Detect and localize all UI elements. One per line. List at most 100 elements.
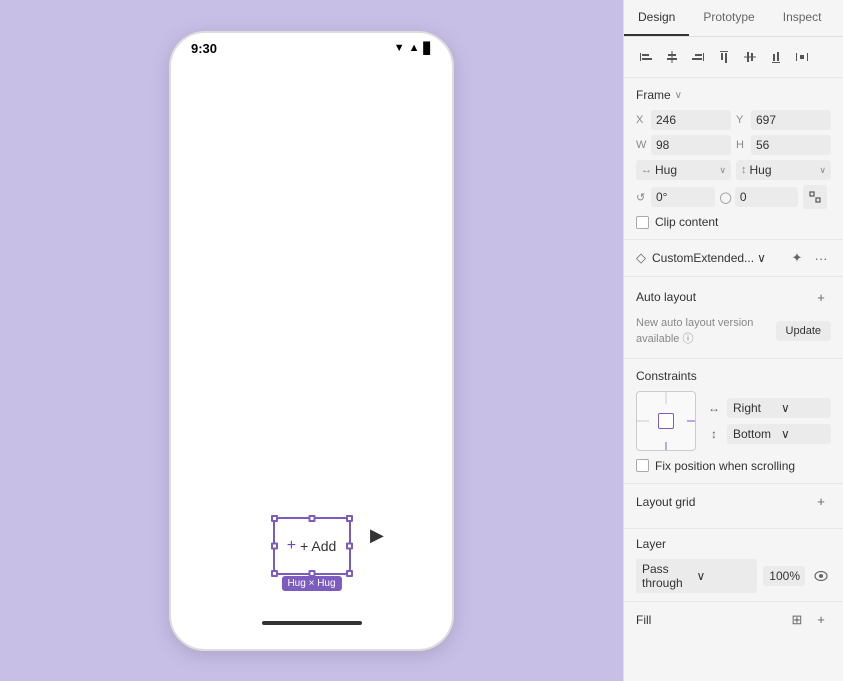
tab-prototype[interactable]: Prototype xyxy=(689,0,768,36)
auto-layout-note: New auto layout version available xyxy=(636,317,753,345)
component-content: + + Add xyxy=(287,537,337,555)
radius-label: ◯ xyxy=(720,191,732,204)
selected-component[interactable]: + + Add Hug × Hug xyxy=(273,517,351,575)
align-center-h-btn[interactable] xyxy=(660,45,684,69)
handle-tl[interactable] xyxy=(271,515,278,522)
hug-x-dropdown[interactable]: ↔ Hug ∨ xyxy=(636,160,731,180)
expand-btn[interactable] xyxy=(803,185,827,209)
hug-y-dropdown[interactable]: ↕ Hug ∨ xyxy=(736,160,831,180)
component-row: ◇ CustomExtended... ∨ ✦ ··· xyxy=(624,240,843,277)
fill-section: Fill ⊞ + xyxy=(624,602,843,638)
handle-br[interactable] xyxy=(346,570,353,577)
visibility-btn[interactable] xyxy=(811,566,831,586)
align-left-btn[interactable] xyxy=(634,45,658,69)
constraints-header: Constraints xyxy=(636,369,831,383)
layer-header: Layer xyxy=(636,537,831,551)
handle-bl[interactable] xyxy=(271,570,278,577)
align-right-btn[interactable] xyxy=(686,45,710,69)
auto-layout-section: Auto layout + New auto layout version av… xyxy=(624,277,843,359)
fill-grid-btn[interactable]: ⊞ xyxy=(787,610,807,630)
tab-inspect[interactable]: Inspect xyxy=(769,0,836,36)
right-panel: Design Prototype Inspect Frame xyxy=(623,0,843,681)
frame-chevron: ∨ xyxy=(675,90,682,101)
h-label: H xyxy=(736,139,748,151)
constraint-selects: ↔ Right ∨ ↕ Bottom ∨ xyxy=(706,398,831,444)
constraint-line-right xyxy=(687,420,695,421)
status-bar: 9:30 ▼ ▲ ▊ xyxy=(171,33,452,64)
rotation-radius-row: ↺ ◯ xyxy=(636,185,831,209)
distribute-btn[interactable] xyxy=(790,45,814,69)
x-label: X xyxy=(636,114,648,126)
x-input[interactable] xyxy=(651,110,731,130)
handle-rm[interactable] xyxy=(346,542,353,549)
auto-layout-header: Auto layout + xyxy=(636,287,831,307)
constraint-line-left xyxy=(637,420,649,421)
constraint-visual xyxy=(636,391,696,451)
h-input[interactable] xyxy=(751,135,831,155)
frame-section: Frame ∨ X Y W H xyxy=(624,78,843,240)
component-actions: ✦ ··· xyxy=(787,248,831,268)
layer-mode-arrow: ∨ xyxy=(697,569,752,583)
hug-fields: ↔ Hug ∨ ↕ Hug ∨ xyxy=(636,160,831,180)
rotation-field: ↺ xyxy=(636,187,715,207)
component-name: CustomExtended... ∨ xyxy=(652,251,781,265)
x-field: X xyxy=(636,110,731,130)
panel-tabs: Design Prototype Inspect xyxy=(624,0,843,37)
fix-position-label: Fix position when scrolling xyxy=(655,459,795,473)
align-bottom-btn[interactable] xyxy=(764,45,788,69)
component-box: + + Add Hug × Hug xyxy=(273,517,351,575)
clip-content-checkbox[interactable] xyxy=(636,216,649,229)
v-constraint-row: ↕ Bottom ∨ xyxy=(706,424,831,444)
constraint-center xyxy=(658,413,674,429)
v-constraint-arrow: ∨ xyxy=(781,427,825,441)
y-input[interactable] xyxy=(751,110,831,130)
phone-content: + + Add Hug × Hug xyxy=(171,64,452,635)
w-input[interactable] xyxy=(651,135,731,155)
rotation-input[interactable] xyxy=(651,187,715,207)
radius-field: ◯ xyxy=(720,187,799,207)
canvas: 9:30 ▼ ▲ ▊ + xyxy=(0,0,623,681)
layout-grid-add-btn[interactable]: + xyxy=(811,492,831,512)
xy-fields: X Y xyxy=(636,110,831,130)
hug-label: Hug × Hug xyxy=(281,576,341,591)
layout-grid-title: Layout grid xyxy=(636,495,695,509)
fix-position-row: Fix position when scrolling xyxy=(636,459,831,473)
radius-input[interactable] xyxy=(735,187,798,207)
handle-tm[interactable] xyxy=(308,515,315,522)
component-target-btn[interactable]: ✦ xyxy=(787,248,807,268)
tab-design[interactable]: Design xyxy=(624,0,689,36)
frame-header: Frame ∨ xyxy=(636,88,831,102)
frame-title: Frame ∨ xyxy=(636,88,682,102)
h-constraint-dropdown[interactable]: Right ∨ xyxy=(727,398,831,418)
constraint-line-bottom xyxy=(666,442,667,450)
handle-tr[interactable] xyxy=(346,515,353,522)
auto-layout-update-row: New auto layout version available ⓘ Upda… xyxy=(636,315,831,348)
h-constraint-icon: ↔ xyxy=(706,401,722,415)
layer-title: Layer xyxy=(636,537,666,551)
y-field: Y xyxy=(736,110,831,130)
auto-layout-update-btn[interactable]: Update xyxy=(776,321,831,341)
opacity-input[interactable] xyxy=(763,566,805,586)
constraints-section: Constraints ↔ Right ∨ xyxy=(624,359,843,484)
y-label: Y xyxy=(736,114,748,126)
wh-fields: W H xyxy=(636,135,831,155)
constraints-title: Constraints xyxy=(636,369,697,383)
auto-layout-title: Auto layout xyxy=(636,290,696,304)
layer-mode-dropdown[interactable]: Pass through ∨ xyxy=(636,559,757,593)
h-constraint-row: ↔ Right ∨ xyxy=(706,398,831,418)
align-top-btn[interactable] xyxy=(712,45,736,69)
align-center-v-btn[interactable] xyxy=(738,45,762,69)
phone-frame: 9:30 ▼ ▲ ▊ + xyxy=(169,31,454,651)
handle-lm[interactable] xyxy=(271,542,278,549)
fix-position-checkbox[interactable] xyxy=(636,459,649,472)
layout-grid-header: Layout grid + xyxy=(636,492,831,512)
plus-icon: + xyxy=(287,537,296,555)
constraint-line-top xyxy=(666,392,667,404)
component-more-btn[interactable]: ··· xyxy=(811,248,831,268)
v-constraint-dropdown[interactable]: Bottom ∨ xyxy=(727,424,831,444)
v-constraint-icon: ↕ xyxy=(706,427,722,441)
cursor: ▶ xyxy=(370,525,384,546)
fill-add-btn[interactable]: + xyxy=(811,610,831,630)
auto-layout-add-btn[interactable]: + xyxy=(811,287,831,307)
auto-layout-note-container: New auto layout version available ⓘ xyxy=(636,315,768,348)
